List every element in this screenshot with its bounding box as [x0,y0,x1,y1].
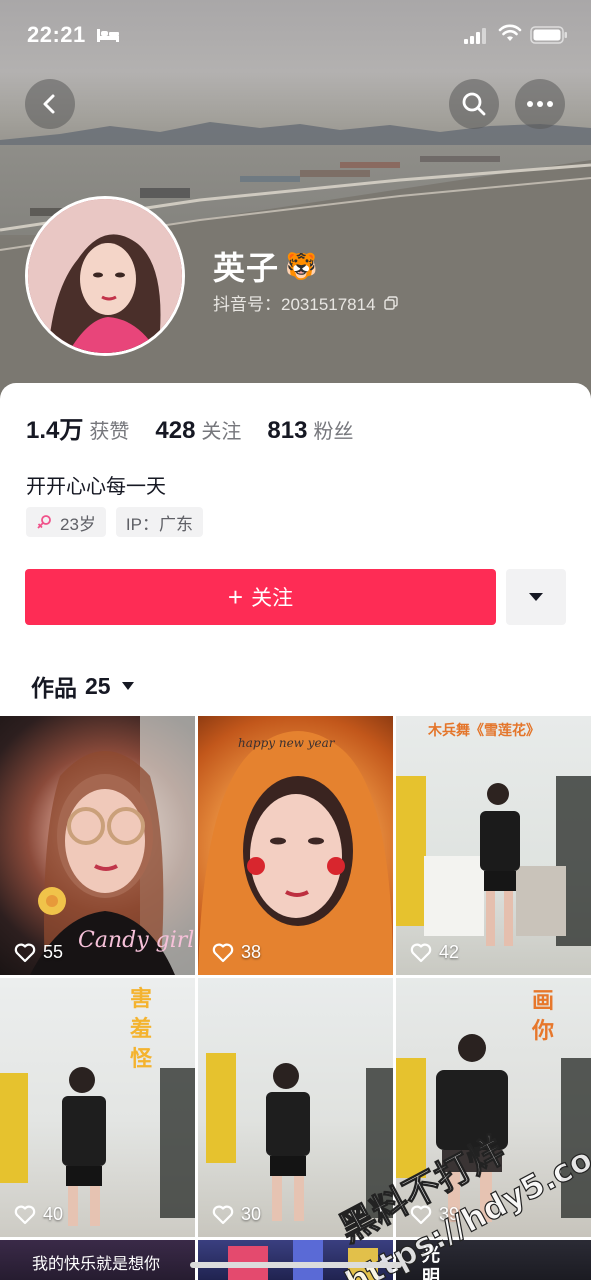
video-likes: 40 [14,1204,63,1225]
video-likes: 42 [410,942,459,963]
video-likes-count: 40 [43,1204,64,1224]
follow-button-label: 关注 [251,587,294,610]
profile-tags: 23岁 IP：广东 [26,507,213,537]
video-tile[interactable]: 木兵舞《雪莲花》 42 [396,716,591,975]
stat-likes-label: 获赞 [89,421,130,443]
video-overlay-text: 我的快乐就是想你 [32,1256,161,1273]
video-tile[interactable]: happy new year 38 [198,716,393,975]
more-horizontal-icon [527,101,553,107]
video-tile[interactable]: 害羞怪 40 [0,978,195,1237]
female-icon [37,515,51,529]
avatar[interactable] [25,196,185,356]
wifi-icon [498,24,522,41]
video-thumbnail [198,731,393,975]
video-overlay-text: 木兵舞《雪莲花》 [428,722,540,738]
video-likes-count: 38 [241,942,262,962]
search-icon [462,92,486,116]
stat-followers-label: 粉丝 [313,421,354,443]
status-bar: 22:21 [0,0,591,70]
stats-row: 1.4万 获赞 428 关注 813 粉丝 [26,410,379,445]
heart-outline-icon [14,943,36,962]
video-tile[interactable]: 我的快乐就是想你 [0,1240,195,1280]
stat-followers-value: 813 [267,417,308,444]
home-indicator[interactable] [190,1262,402,1268]
video-overlay-text: 害羞怪 [130,986,153,1071]
watermark: 黑料不打烊 https://hdy5.co [333,1129,591,1280]
chevron-left-icon [43,94,55,114]
battery-icon [530,26,567,44]
copy-icon[interactable] [383,295,398,310]
age-text: 23岁 [60,514,96,534]
tab-works[interactable]: 作品 25 [31,669,135,703]
recommend-dropdown-button[interactable] [506,569,566,625]
video-overlay-text: Candy girl [78,928,195,953]
profile-cover: 22:21 英子 🐯 抖音号：2031517814 [0,0,591,400]
works-tab-count: 25 [85,672,111,699]
stat-following-label: 关注 [201,421,242,443]
douyin-id-text: 抖音号：2031517814 [213,295,376,314]
stat-followers[interactable]: 813 粉丝 [267,415,353,445]
video-tile[interactable]: Candy girl 55 [0,716,195,975]
status-time: 22:21 [27,22,86,47]
caret-down-icon [529,593,543,601]
stat-likes-value: 1.4万 [26,417,84,444]
sleep-mode-icon [97,29,119,42]
signal-icon [464,28,486,44]
video-thumbnail [396,776,591,946]
douyin-id[interactable]: 抖音号：2031517814 [213,290,398,315]
stat-following-value: 428 [155,417,196,444]
more-options-button[interactable] [515,79,565,129]
stat-following[interactable]: 428 关注 [155,415,241,445]
video-likes-count: 42 [439,942,460,962]
stat-likes: 1.4万 获赞 [26,410,129,445]
video-likes: 30 [212,1204,261,1225]
heart-outline-icon [14,1205,36,1224]
ip-text: IP：广东 [125,514,193,534]
video-likes: 38 [212,942,261,963]
heart-outline-icon [212,943,234,962]
search-button[interactable] [449,79,499,129]
back-button[interactable] [25,79,75,129]
plus-icon: + [227,582,244,612]
bio-text: 开开心心每一天 [26,476,166,498]
ip-tag: IP：广东 [115,507,203,537]
tiger-emoji-icon: 🐯 [285,250,318,281]
heart-outline-icon [212,1205,234,1224]
video-overlay-text: 画你 [532,988,555,1043]
heart-outline-icon [410,943,432,962]
video-likes-count: 30 [241,1204,262,1224]
video-likes-count: 55 [43,942,64,962]
video-overlay-text: happy new year [238,736,335,750]
works-tab-label: 作品 [31,675,77,701]
nickname-row: 英子 🐯 [213,243,317,289]
nickname: 英子 [213,250,280,286]
age-tag: 23岁 [26,507,106,537]
video-thumbnail [0,1067,195,1226]
video-likes: 55 [14,942,63,963]
avatar-photo [28,199,182,353]
caret-down-icon [121,682,134,690]
follow-button[interactable]: + 关注 [25,569,496,625]
